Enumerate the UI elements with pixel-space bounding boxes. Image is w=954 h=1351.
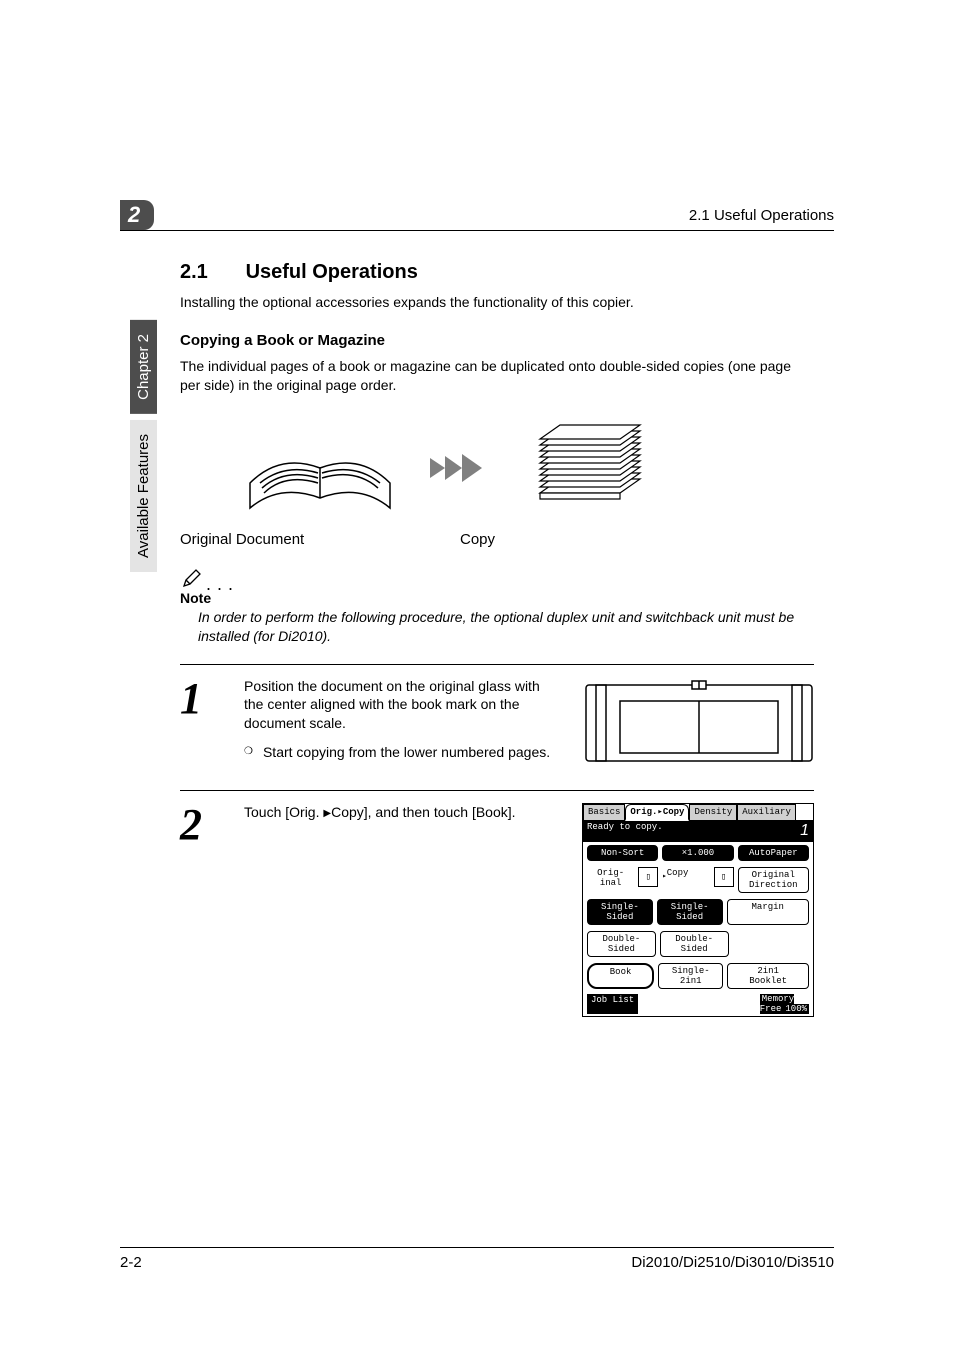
step-body: Position the document on the original gl… [244,677,560,763]
step-1: 1 Position the document on the original … [180,677,814,770]
ts-job-list-button[interactable]: Job List [587,994,638,1014]
subsection-title: Copying a Book or Magazine [180,332,814,349]
section-lead: Installing the optional accessories expa… [180,294,814,310]
section-number: 2.1 [180,261,240,284]
step-bullet: ❍ Start copying from the lower numbered … [244,743,560,762]
running-header: 2 2.1 Useful Operations [120,200,834,231]
side-tab-chapter: Chapter 2 [130,320,157,414]
step-1-figure [584,677,814,770]
arrow-right-icon [430,448,490,488]
touchscreen-panel: Basics Orig.▸Copy Density Auxiliary Read… [582,803,814,1017]
ts-tab-density[interactable]: Density [689,804,737,820]
model-list: Di2010/Di2510/Di3010/Di3510 [631,1254,834,1271]
subsection-body: The individual pages of a book or magazi… [180,357,814,395]
side-tab-section: Available Features [130,420,157,572]
ts-copy-label: ▸Copy [662,867,709,893]
illustration-captions: Original Document Copy [180,531,814,548]
ts-autopaper-button[interactable]: AutoPaper [738,845,809,861]
page-footer: 2-2 Di2010/Di2510/Di3010/Di3510 [120,1247,834,1271]
ts-copy-double-sided-button[interactable]: Double- Sided [660,931,729,957]
note-dots-icon: ... [206,578,239,590]
ts-booklet-button[interactable]: 2in1 Booklet [727,963,809,989]
ts-nonsort-button[interactable]: Non-Sort [587,845,658,861]
ts-book-button[interactable]: Book [587,963,654,989]
step-2: 2 Touch [Orig. ▶Copy], and then touch [B… [180,803,814,1017]
page: Chapter 2 Available Features 2 2.1 Usefu… [0,0,954,1351]
step-text-b: Copy], and then touch [Book]. [331,804,515,820]
ts-margin-button[interactable]: Margin [727,899,809,925]
ts-copy-label-text: Copy [667,868,689,878]
caption-original: Original Document [180,531,460,548]
step-text-a: Touch [Orig. [244,804,323,820]
step-text: Position the document on the original gl… [244,677,560,734]
ts-copy-icon: ▯ [714,867,734,887]
ts-zoom-button[interactable]: ×1.000 [662,845,733,861]
chapter-badge: 2 [120,200,154,228]
paper-stack-icon [520,413,650,523]
ts-memory-value: 100% [783,1004,809,1014]
step-number: 1 [180,677,220,721]
step-bullet-text: Start copying from the lower numbered pa… [263,743,550,762]
ts-copy-single-sided-button[interactable]: Single- Sided [657,899,723,925]
ts-status-text: Ready to copy. [587,822,663,840]
step-number: 2 [180,803,220,847]
open-book-icon [240,413,400,523]
note-block: ... Note In order to perform the followi… [180,568,814,646]
step-separator [180,790,814,791]
step-separator [180,664,814,665]
ts-original-direction-button[interactable]: Original Direction [738,867,809,893]
page-number: 2-2 [120,1254,142,1271]
ts-orig-double-sided-button[interactable]: Double- Sided [587,931,656,957]
ts-original-label: Orig- inal [587,867,634,893]
running-head-text: 2.1 Useful Operations [689,207,834,228]
note-text: In order to perform the following proced… [198,608,814,646]
illustration-row [240,413,814,523]
ts-single-2in1-button[interactable]: Single-2in1 [658,963,723,989]
side-tabs: Chapter 2 Available Features [130,320,157,578]
section-title-text: Useful Operations [246,261,418,283]
caption-copy: Copy [460,531,495,548]
ts-copy-count: 1 [800,822,809,840]
ts-original-icon: ▯ [638,867,658,887]
step-2-figure: Basics Orig.▸Copy Density Auxiliary Read… [582,803,814,1017]
section-title: 2.1 Useful Operations [180,261,814,284]
content: 2.1 Useful Operations Installing the opt… [180,261,814,1017]
note-label: Note [180,590,814,606]
bullet-icon: ❍ [244,743,253,762]
triangle-right-icon: ▶ [323,808,331,819]
ts-tab-auxiliary[interactable]: Auxiliary [737,804,796,820]
step-body: Touch [Orig. ▶Copy], and then touch [Boo… [244,803,558,822]
ts-tab-basics[interactable]: Basics [583,804,625,820]
ts-orig-single-sided-button[interactable]: Single- Sided [587,899,653,925]
chapter-number: 2 [120,200,154,230]
ts-memory-free: Memory Free100% [760,994,809,1014]
pencil-icon [180,568,202,590]
ts-tab-orig-copy[interactable]: Orig.▸Copy [625,804,689,821]
